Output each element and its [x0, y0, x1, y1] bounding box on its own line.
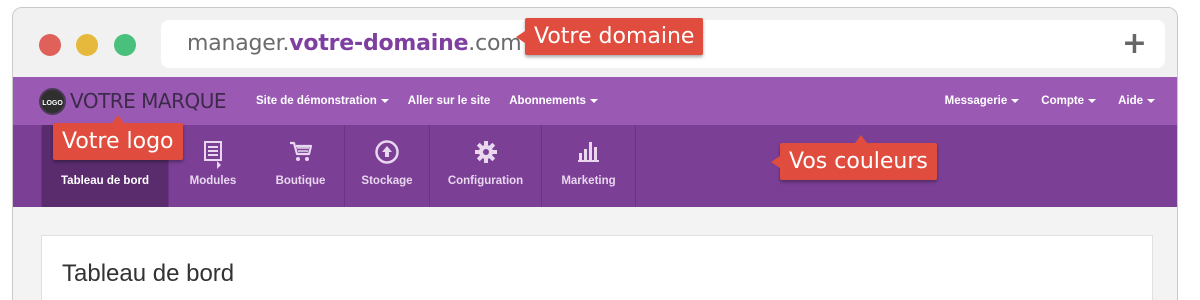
callout-logo: Votre logo: [53, 115, 183, 160]
dashboard-panel: Tableau de bord: [41, 235, 1153, 300]
logo-badge: LOGO: [39, 87, 66, 115]
menu-subscriptions-label: Abonnements: [509, 95, 586, 107]
url-suffix: .com: [468, 31, 522, 56]
tab-shop-label: Boutique: [275, 175, 326, 187]
url-text: manager.votre-domaine.com: [187, 31, 522, 56]
menu-demo-site-label: Site de démonstration: [256, 95, 377, 107]
module-tabbar: Tableau de bord Modules Boutique Stockag…: [13, 125, 1177, 207]
caret-down-icon: [589, 98, 598, 103]
brand-name: VOTRE MARQUE: [70, 89, 227, 113]
callout-colors: Vos couleurs: [771, 135, 937, 180]
close-window-button[interactable]: [39, 34, 61, 56]
menu-demo-site[interactable]: Site de démonstration: [256, 95, 389, 107]
url-domain: votre-domaine: [289, 31, 469, 56]
menu-help-label: Aide: [1118, 95, 1143, 107]
page-title: Tableau de bord: [62, 260, 235, 287]
bar-chart-icon: [542, 139, 635, 165]
main-content: Tableau de bord: [13, 207, 1177, 300]
menu-go-to-site[interactable]: Aller sur le site: [408, 95, 490, 107]
menu-help[interactable]: Aide: [1118, 95, 1155, 107]
url-prefix: manager.: [187, 31, 290, 56]
tab-configuration-label: Configuration: [447, 175, 524, 187]
tab-configuration[interactable]: Configuration: [430, 125, 542, 207]
tab-storage-label: Stockage: [361, 175, 413, 187]
cart-icon: [257, 139, 344, 165]
caret-down-icon: [1011, 98, 1020, 103]
chevron-right-icon: [217, 161, 221, 169]
caret-down-icon: [380, 98, 389, 103]
caret-down-icon: [1147, 98, 1155, 103]
brand-logo[interactable]: LOGO VOTRE MARQUE: [39, 87, 227, 115]
top-menu-right: Messagerie Compte Aide: [923, 77, 1155, 125]
caret-down-icon: [1088, 98, 1097, 103]
tab-storage[interactable]: Stockage: [345, 125, 430, 207]
top-navbar: LOGO VOTRE MARQUE Site de démonstration …: [13, 77, 1177, 125]
tab-dashboard-label: Tableau de bord: [61, 175, 149, 187]
top-menu-left: Site de démonstration Aller sur le site …: [256, 77, 617, 125]
tab-shop[interactable]: Boutique: [257, 125, 345, 207]
menu-messaging-label: Messagerie: [944, 95, 1008, 107]
menu-messaging[interactable]: Messagerie: [945, 95, 1020, 107]
menu-go-to-site-label: Aller sur le site: [407, 95, 491, 107]
gear-icon: [430, 139, 541, 165]
tab-modules-label: Modules: [189, 175, 237, 187]
callout-domain: Votre domaine: [515, 18, 704, 55]
menu-account-label: Compte: [1041, 95, 1085, 107]
minimize-window-button[interactable]: [76, 34, 98, 56]
new-tab-icon[interactable]: +: [1122, 26, 1147, 61]
menu-account[interactable]: Compte: [1041, 95, 1097, 107]
tab-marketing[interactable]: Marketing: [542, 125, 636, 207]
tab-marketing-label: Marketing: [561, 175, 616, 187]
maximize-window-button[interactable]: [114, 34, 136, 56]
upload-circle-icon: [345, 139, 429, 165]
menu-subscriptions[interactable]: Abonnements: [509, 95, 598, 107]
